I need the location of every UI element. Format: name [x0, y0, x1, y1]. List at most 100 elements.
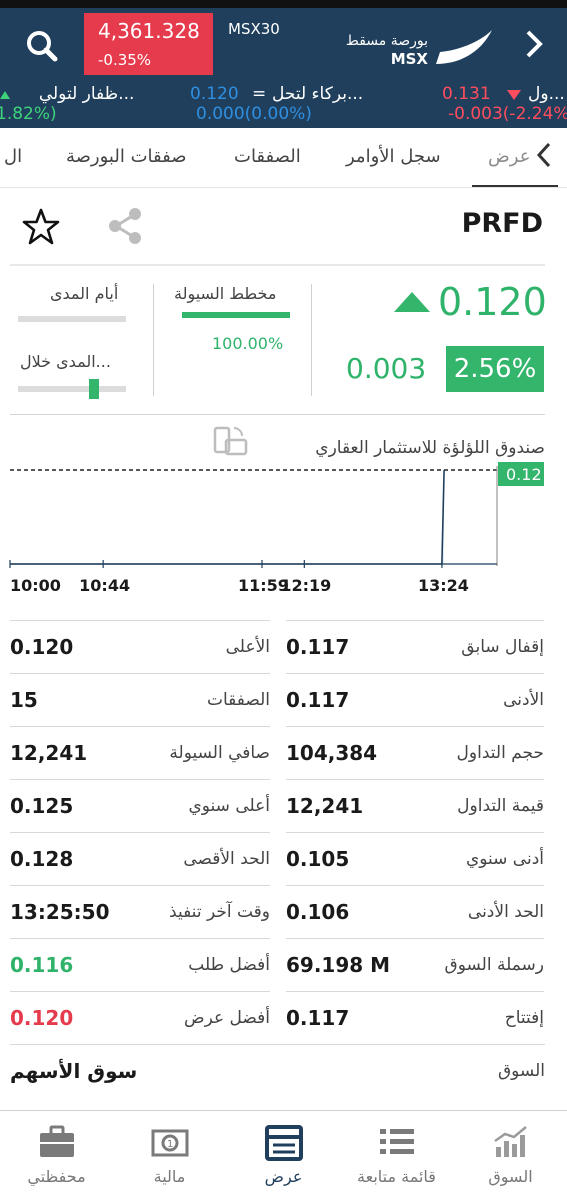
up-arrow-icon: [0, 91, 10, 99]
index-value: 4,361.328: [98, 19, 200, 43]
x-tick-label: 10:44: [79, 576, 131, 595]
stat-row: الصفقات 15: [10, 673, 270, 726]
range-days-bar: [18, 316, 126, 322]
nav-label: مالية: [153, 1167, 186, 1186]
ticker-price: 0.120: [190, 84, 239, 104]
nav-view[interactable]: عرض: [227, 1111, 340, 1200]
stat-label: قيمة التداول: [457, 796, 544, 816]
chevron-left-icon[interactable]: [534, 140, 554, 170]
star-icon[interactable]: [22, 208, 60, 246]
nav-portfolio[interactable]: محفظتي: [0, 1111, 113, 1200]
nav-market[interactable]: السوق: [454, 1111, 567, 1200]
liquidity-fill: [182, 312, 290, 318]
tab-view[interactable]: عرض: [488, 146, 530, 167]
ticker-mark: =: [252, 84, 267, 104]
stat-row: أعلى سنوي 0.125: [10, 779, 270, 832]
top-bar: 4,361.328 -0.35% MSX30 بورصة مسقط MSX ظف…: [0, 0, 567, 128]
svg-text:1: 1: [167, 1139, 173, 1150]
liquidity-label: مخطط السيولة: [174, 284, 277, 303]
liquidity-value: 100.00%: [212, 334, 284, 353]
stat-label: الصفقات: [206, 690, 270, 710]
ticker-change: 1.82%): [0, 104, 57, 124]
ticker-name[interactable]: بركاء لتحل...: [272, 84, 363, 104]
stat-label: أفضل طلب: [188, 955, 270, 975]
ticker-strip[interactable]: ظفار لتولي... 1.82%) 0.120 = بركاء لتحل.…: [0, 84, 567, 126]
stat-value: 12,241: [10, 741, 88, 765]
ticker-change: 0.000(0.00%): [196, 104, 312, 124]
search-icon[interactable]: [22, 26, 62, 66]
stat-value: 0.120: [10, 1006, 74, 1030]
detail-tabs: ال صفقات البورصة الصفقات سجل الأوامر عرض: [0, 128, 567, 188]
tab-trades[interactable]: الصفقات: [234, 146, 301, 167]
stat-label: الحد الأقصى: [183, 849, 270, 869]
nav-label: عرض: [264, 1167, 303, 1186]
divider: [10, 414, 545, 415]
up-arrow-icon: [394, 292, 430, 312]
exchange-code: MSX: [390, 50, 428, 68]
stat-row: صافي السيولة 12,241: [10, 726, 270, 779]
price-change: 0.003: [346, 352, 427, 385]
stat-label: وقت آخر تنفيذ: [169, 902, 270, 922]
ticker-item[interactable]: ظفار لتولي...: [0, 84, 134, 104]
change-pct-badge: 2.56%: [446, 346, 544, 392]
stat-value: 0.105: [286, 847, 350, 871]
divider: [153, 284, 154, 396]
tab-exchange-trades[interactable]: صفقات البورصة: [66, 146, 187, 167]
stat-row: وقت آخر تنفيذ 13:25:50: [10, 885, 270, 938]
stat-label: حجم التداول: [456, 743, 544, 763]
nav-label: محفظتي: [27, 1167, 86, 1186]
intraday-chart[interactable]: صندوق اللؤلؤة للاستثمار العقاري 0.12 10:…: [0, 416, 567, 606]
last-price-badge-text: 0.12: [506, 465, 542, 484]
stat-label: الحد الأدنى: [467, 902, 544, 922]
nav-watchlist[interactable]: قائمة متابعة: [340, 1111, 453, 1200]
stat-label: الأدنى: [503, 690, 544, 710]
chevron-right-icon[interactable]: [520, 28, 546, 60]
down-arrow-icon: [507, 90, 521, 100]
tab-more[interactable]: ال: [4, 146, 22, 167]
index-name: MSX30: [228, 20, 280, 38]
index-change: -0.35%: [98, 51, 152, 69]
stat-value: 0.106: [286, 900, 350, 924]
market-value: سوق الأسهم: [10, 1059, 138, 1083]
stat-label: أدنى سنوي: [465, 849, 544, 869]
liquidity-bar: [182, 312, 290, 318]
stat-row: قيمة التداول 12,241: [286, 779, 544, 832]
market-label: السوق: [497, 1061, 545, 1081]
ticker-name[interactable]: ول...: [528, 84, 565, 104]
stat-row: إقفال سابق 0.117: [286, 620, 544, 673]
stat-value: 0.120: [10, 635, 74, 659]
stat-row: الأدنى 0.117: [286, 673, 544, 726]
status-strip: [0, 0, 567, 8]
nav-label: قائمة متابعة: [357, 1167, 436, 1186]
share-icon[interactable]: [106, 206, 144, 246]
stat-row: الأعلى 0.120: [10, 620, 270, 673]
stat-value: 0.117: [286, 688, 350, 712]
ticker-change: -0.003(-2.24%: [448, 104, 567, 124]
stat-value: 15: [10, 688, 38, 712]
bottom-nav: محفظتي 1 مالية عرض قائمة متابعة السوق: [0, 1110, 567, 1200]
stat-value: 0.117: [286, 635, 350, 659]
stat-label: إقفال سابق: [461, 637, 544, 657]
stat-row: أدنى سنوي 0.105: [286, 832, 544, 885]
ticker-name: ظفار لتولي...: [38, 84, 135, 104]
tab-order-book[interactable]: سجل الأوامر: [346, 146, 441, 167]
stat-value: 69.198 M: [286, 953, 391, 977]
nav-finance[interactable]: 1 مالية: [113, 1111, 226, 1200]
exchange-name-ar: بورصة مسقط: [345, 33, 428, 49]
money-icon: 1: [151, 1129, 189, 1157]
index-box[interactable]: 4,361.328 -0.35%: [84, 13, 213, 75]
rotate-device-icon[interactable]: [212, 424, 248, 458]
last-price: 0.120: [438, 280, 547, 324]
company-name: صندوق اللؤلؤة للاستثمار العقاري: [315, 438, 545, 458]
msx-logo: [436, 30, 492, 64]
market-chart-icon: [494, 1126, 527, 1157]
x-tick-label: 12:19: [280, 576, 332, 595]
range-during-label[interactable]: المدى خلال...: [20, 352, 111, 371]
x-tick-label: 13:24: [417, 576, 469, 595]
stat-value: 0.117: [286, 1006, 350, 1030]
stat-label: أفضل عرض: [184, 1008, 270, 1028]
stat-row: أفضل طلب 0.116: [10, 938, 270, 991]
active-tab-indicator: [472, 185, 558, 187]
stat-label: الأعلى: [225, 637, 270, 657]
stat-label: رسملة السوق: [444, 955, 544, 975]
